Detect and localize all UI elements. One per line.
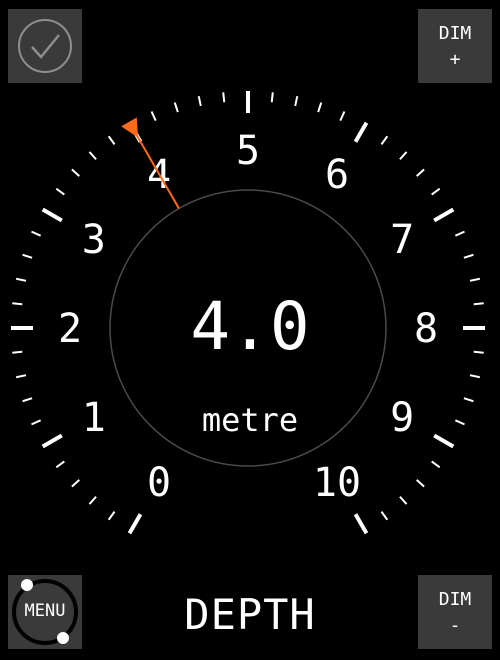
minor-tick <box>294 95 299 107</box>
minor-tick <box>15 277 27 282</box>
minor-tick <box>339 111 346 122</box>
major-tick <box>41 207 63 223</box>
minor-tick <box>380 511 389 521</box>
minor-tick <box>107 511 116 521</box>
minor-tick <box>473 302 484 306</box>
page-title: DEPTH <box>184 590 316 639</box>
minor-tick <box>55 460 65 469</box>
minor-tick <box>399 496 408 505</box>
gauge-label: 6 <box>325 152 349 198</box>
gauge-label: 5 <box>236 128 260 174</box>
minor-tick <box>31 230 42 237</box>
minor-tick <box>454 419 465 426</box>
minor-tick <box>431 460 441 469</box>
gauge-label: 10 <box>313 460 361 506</box>
checkmark-icon <box>18 19 72 73</box>
major-tick <box>41 433 63 449</box>
minor-tick <box>71 479 80 488</box>
minor-tick <box>15 374 27 379</box>
gauge-label: 7 <box>390 217 414 263</box>
minor-tick <box>469 374 481 379</box>
minor-tick <box>463 253 474 259</box>
minor-tick <box>416 479 425 488</box>
minor-tick <box>55 187 65 196</box>
minor-tick <box>173 102 179 113</box>
minor-tick <box>22 397 33 403</box>
depth-unit: metre <box>201 401 299 439</box>
minor-tick <box>88 496 97 505</box>
minor-tick <box>416 168 425 177</box>
minor-tick <box>197 95 202 107</box>
gauge-label: 2 <box>58 306 82 352</box>
major-tick <box>353 121 369 143</box>
major-tick <box>433 433 455 449</box>
minor-tick <box>150 111 157 122</box>
minor-tick <box>107 135 116 145</box>
minor-tick <box>12 350 23 354</box>
gauge-label: 1 <box>82 395 106 441</box>
confirm-button[interactable] <box>8 9 82 83</box>
minor-tick <box>431 187 441 196</box>
gauge-label: 0 <box>147 460 171 506</box>
dim-up-label: DIM <box>438 23 472 44</box>
minor-tick <box>463 397 474 403</box>
minor-tick <box>88 151 97 160</box>
minor-tick <box>222 92 226 103</box>
major-tick <box>127 513 143 535</box>
gauge-label: 3 <box>82 217 106 263</box>
gauge-label: 9 <box>390 395 414 441</box>
minor-tick <box>317 102 323 113</box>
major-tick <box>353 513 369 535</box>
dim-up-button[interactable]: DIM + <box>418 9 492 83</box>
minor-tick <box>270 92 274 103</box>
minor-tick <box>71 168 80 177</box>
minor-tick <box>454 230 465 237</box>
dim-up-plus: + <box>449 49 461 70</box>
minor-tick <box>399 151 408 160</box>
depth-value: 4.0 <box>190 288 310 365</box>
gauge-label: 8 <box>414 306 438 352</box>
minor-tick <box>22 253 33 259</box>
minor-tick <box>380 135 389 145</box>
major-tick <box>433 207 455 223</box>
minor-tick <box>31 419 42 426</box>
minor-tick <box>473 350 484 354</box>
minor-tick <box>12 302 23 306</box>
minor-tick <box>469 277 481 282</box>
pointer-arrowhead <box>121 117 138 138</box>
